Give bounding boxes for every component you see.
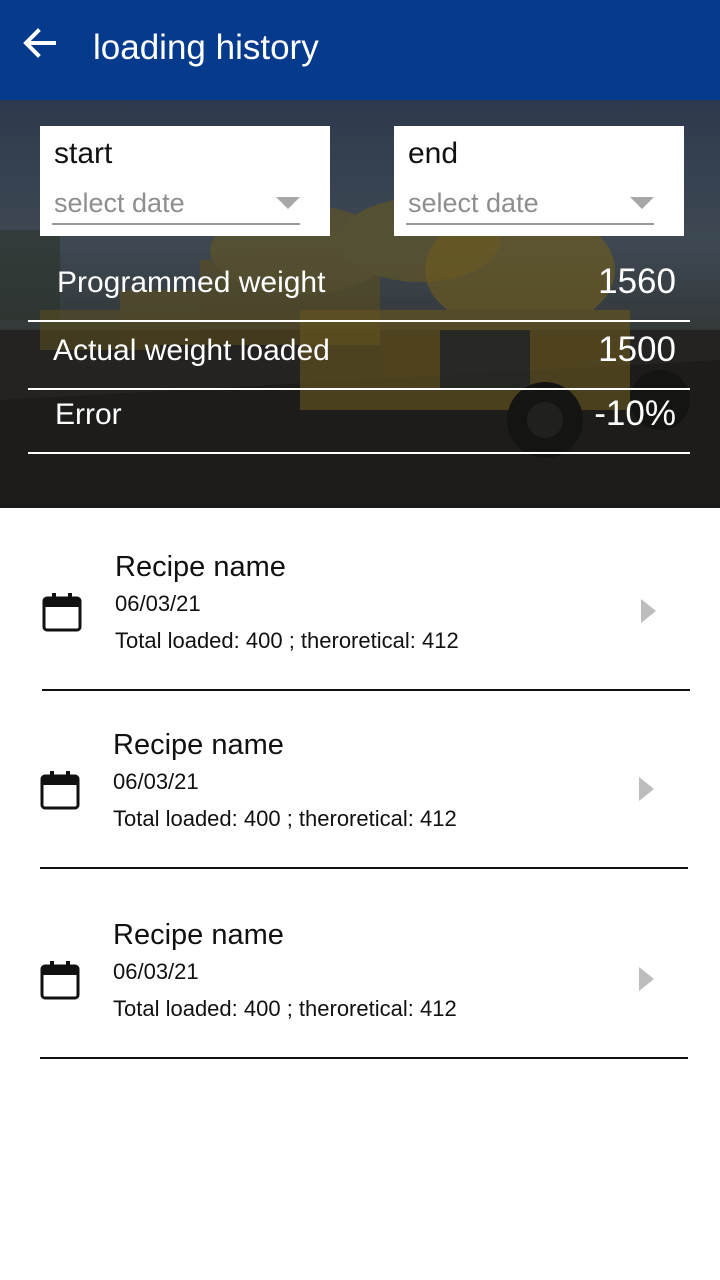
chevron-right-icon (641, 599, 656, 623)
chevron-right-icon (639, 967, 654, 991)
calendar-icon (40, 961, 80, 1000)
end-date-select[interactable]: select date (406, 183, 654, 225)
stat-label: Error (55, 398, 122, 431)
recipe-date: 06/03/21 (115, 591, 201, 616)
recipe-date: 06/03/21 (113, 769, 199, 794)
stat-label: Programmed weight (57, 266, 326, 299)
page-title: loading history (93, 28, 319, 67)
recipe-name: Recipe name (115, 551, 286, 583)
arrow-left-icon (23, 28, 56, 58)
app-bar: loading history (0, 0, 720, 100)
stat-error: Error -10% (28, 388, 690, 454)
end-date-card: end select date (394, 126, 684, 236)
start-date-card: start select date (40, 126, 330, 236)
dropdown-arrow-icon (630, 197, 654, 209)
recipe-detail: Total loaded: 400 ; theroretical: 412 (115, 628, 459, 653)
end-date-placeholder: select date (408, 188, 539, 218)
start-date-placeholder: select date (54, 188, 185, 218)
history-list-item[interactable]: Recipe name 06/03/21 Total loaded: 400 ;… (40, 727, 688, 869)
stat-value: -10% (594, 394, 676, 433)
recipe-name: Recipe name (113, 729, 284, 761)
stat-actual-weight: Actual weight loaded 1500 (28, 324, 690, 390)
recipe-detail: Total loaded: 400 ; theroretical: 412 (113, 806, 457, 831)
stat-label: Actual weight loaded (53, 334, 330, 367)
start-date-select[interactable]: select date (52, 183, 300, 225)
back-button[interactable] (20, 24, 60, 64)
calendar-icon (40, 771, 80, 810)
history-list-item[interactable]: Recipe name 06/03/21 Total loaded: 400 ;… (40, 917, 688, 1059)
recipe-date: 06/03/21 (113, 959, 199, 984)
dropdown-arrow-icon (276, 197, 300, 209)
history-list-item[interactable]: Recipe name 06/03/21 Total loaded: 400 ;… (42, 549, 690, 691)
stat-value: 1500 (598, 330, 676, 369)
hero-divider (0, 504, 720, 508)
recipe-name: Recipe name (113, 919, 284, 951)
start-label: start (54, 137, 113, 170)
end-label: end (408, 137, 459, 170)
stat-programmed-weight: Programmed weight 1560 (28, 256, 690, 322)
chevron-right-icon (639, 777, 654, 801)
recipe-detail: Total loaded: 400 ; theroretical: 412 (113, 996, 457, 1021)
stat-value: 1560 (598, 262, 676, 301)
calendar-icon (42, 593, 82, 632)
